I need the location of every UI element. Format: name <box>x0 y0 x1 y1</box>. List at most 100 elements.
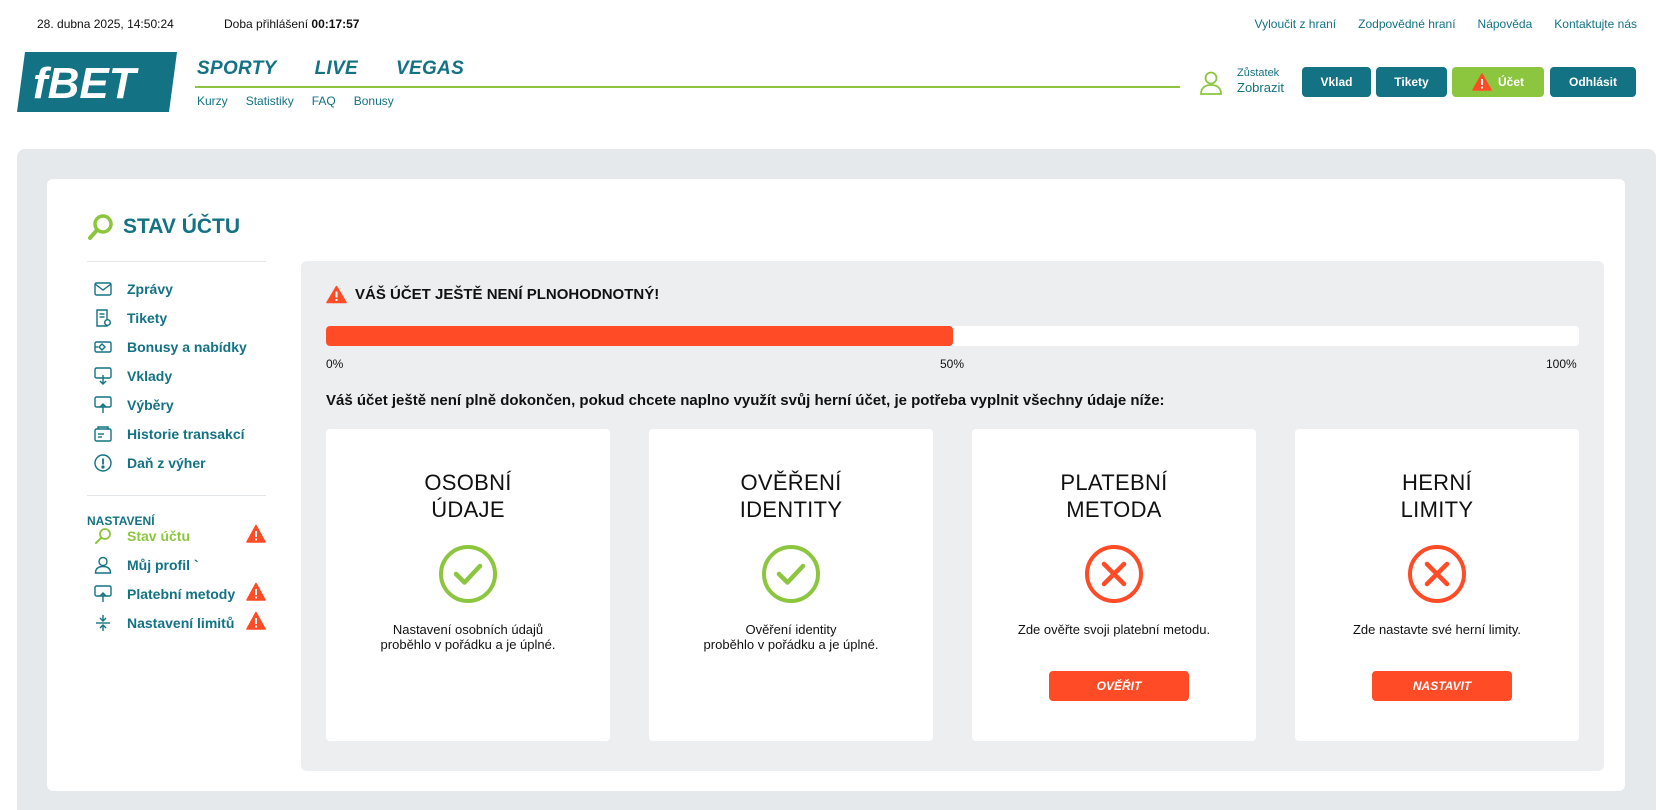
search-icon <box>88 214 113 240</box>
balance-label: Zůstatek <box>1237 67 1280 79</box>
sidebar-item-label: Historie transakcí <box>127 426 245 442</box>
user-icon <box>93 555 113 575</box>
session-label: Doba přihlášení <box>224 17 309 31</box>
account-button-label: Účet <box>1497 75 1524 89</box>
warning-icon <box>246 524 266 543</box>
check-circle-icon <box>762 545 820 603</box>
sidebar-item-label: Platební metody <box>127 586 236 602</box>
bonus-icon <box>93 337 113 357</box>
sidebar-item-nastaveni-limitu[interactable]: Nastavení limitů <box>93 612 234 634</box>
session-time: 00:17:57 <box>311 17 360 31</box>
step-description: Nastavení osobních údajů proběhlo v pořád… <box>380 622 556 652</box>
info-circle-icon <box>93 453 113 473</box>
mail-icon <box>93 279 113 299</box>
verify-payment-button[interactable]: OVĚŘIT <box>1049 671 1189 701</box>
tickets-button[interactable]: Tikety <box>1376 67 1447 97</box>
balance-show-link[interactable]: Zobrazit <box>1237 80 1284 95</box>
progress-bar <box>326 326 1579 346</box>
sidebar-item-label: Výběry <box>127 397 174 413</box>
step-title: OSOBNÍ ÚDAJE <box>424 470 512 522</box>
balance[interactable]: Zůstatek Zobrazit <box>1237 67 1284 95</box>
sidebar-item-label: Bonusy a nabídky <box>127 339 247 355</box>
sidebar-item-zpravy[interactable]: Zprávy <box>93 278 173 300</box>
sidebar-item-label: Daň z výher <box>127 455 206 471</box>
current-datetime: 28. dubna 2025, 14:50:24 <box>37 17 174 31</box>
withdraw-icon <box>93 395 113 415</box>
sidebar-item-bonusy[interactable]: Bonusy a nabídky <box>93 336 247 358</box>
progress-label-0: 0% <box>326 357 344 371</box>
step-title: PLATEBNÍ METODA <box>1060 470 1168 522</box>
check-circle-icon <box>439 545 497 603</box>
step-description: Zde nastavte své herní limity. <box>1352 622 1522 637</box>
sidebar-item-vybery[interactable]: Výběry <box>93 394 174 416</box>
step-title: HERNÍ LIMITY <box>1400 470 1474 522</box>
account-button[interactable]: Účet <box>1452 67 1544 97</box>
nav-vegas[interactable]: VEGAS <box>396 58 464 80</box>
logout-button[interactable]: Odhlásit <box>1550 67 1636 97</box>
sidebar-item-label: Vklady <box>127 368 173 384</box>
sub-nav: Kurzy Statistiky FAQ Bonusy <box>197 94 394 108</box>
link-contact[interactable]: Kontaktujte nás <box>1554 17 1637 31</box>
logo-text: fBET <box>33 59 139 108</box>
sidebar-item-label: Tikety <box>127 310 168 326</box>
sidebar-item-platebni-metody[interactable]: Platební metody <box>93 583 235 605</box>
ticket-icon <box>93 308 113 328</box>
nav-statistiky[interactable]: Statistiky <box>246 94 294 108</box>
step-description: Ověření identity proběhlo v pořádku a je … <box>703 622 879 652</box>
sidebar-item-historie[interactable]: Historie transakcí <box>93 423 245 445</box>
page-title: STAV ÚČTU <box>123 215 241 238</box>
link-self-exclusion[interactable]: Vyloučit z hraní <box>1255 17 1337 31</box>
x-circle-icon <box>1408 545 1466 603</box>
progress-label-100: 100% <box>1546 357 1577 371</box>
nav-bonusy[interactable]: Bonusy <box>354 94 394 108</box>
logo[interactable]: fBET <box>17 52 177 112</box>
sidebar-item-label: Zprávy <box>127 281 173 297</box>
link-help[interactable]: Nápověda <box>1478 17 1533 31</box>
search-icon <box>93 526 113 546</box>
alert-text: VÁŠ ÚČET JEŠTĚ NENÍ PLNOHODNOTNÝ! <box>355 286 660 303</box>
step-description: Zde ověřte svoji platební metodu. <box>1017 622 1211 637</box>
sidebar-item-label: Nastavení limitů <box>127 615 235 631</box>
step-card-game-limits: HERNÍ LIMITY Zde nastavte své herní limit… <box>1295 429 1579 741</box>
warning-icon <box>1472 73 1492 91</box>
session-duration: Doba přihlášení 00:17:57 <box>224 17 359 31</box>
sidebar-item-label: Můj profil ` <box>127 557 199 573</box>
x-circle-icon <box>1085 545 1143 603</box>
progress-label-50: 50% <box>940 357 965 371</box>
nav-kurzy[interactable]: Kurzy <box>197 94 228 108</box>
sidebar-divider <box>87 495 266 496</box>
account-alert: VÁŠ ÚČET JEŠTĚ NENÍ PLNOHODNOTNÝ! <box>326 285 659 304</box>
sidebar-item-label: Stav účtu <box>127 528 191 544</box>
sidebar-item-tikety[interactable]: Tikety <box>93 307 167 329</box>
main-nav: SPORTY LIVE VEGAS <box>197 58 464 80</box>
sidebar-item-stav-uctu[interactable]: Stav účtu <box>93 525 190 547</box>
payment-icon <box>93 584 113 604</box>
step-card-payment-method: PLATEBNÍ METODA Zde ověřte svoji platební… <box>972 429 1256 741</box>
sidebar-item-dan[interactable]: Daň z výher <box>93 452 206 474</box>
instruction-text: Váš účet ještě není plně dokončen, pokud… <box>326 392 1165 409</box>
deposit-icon <box>93 366 113 386</box>
warning-icon <box>246 582 266 601</box>
step-card-personal-data: OSOBNÍ ÚDAJE Nastavení osobních údajů prob… <box>326 429 610 741</box>
top-links: Vyloučit z hraní Zodpovědné hraní Nápově… <box>1255 17 1637 31</box>
nav-sporty[interactable]: SPORTY <box>197 58 277 80</box>
nav-live[interactable]: LIVE <box>315 58 358 80</box>
page-heading: STAV ÚČTU <box>87 213 240 241</box>
step-card-identity: OVĚŘENÍ IDENTITY Ověření identity proběhlo… <box>649 429 933 741</box>
sidebar-item-muj-profil[interactable]: Můj profil ` <box>93 554 199 576</box>
top-bar: 28. dubna 2025, 14:50:24 Doba přihlášení… <box>0 0 1664 46</box>
set-limits-button[interactable]: NASTAVIT <box>1372 671 1512 701</box>
deposit-button[interactable]: Vklad <box>1302 67 1371 97</box>
user-icon <box>1198 70 1224 96</box>
link-responsible-gaming[interactable]: Zodpovědné hraní <box>1358 17 1455 31</box>
history-icon <box>93 424 113 444</box>
warning-icon <box>246 611 266 630</box>
limits-icon <box>93 613 113 633</box>
nav-faq[interactable]: FAQ <box>312 94 336 108</box>
sidebar-item-vklady[interactable]: Vklady <box>93 365 172 387</box>
nav-divider <box>195 86 1180 88</box>
progress-fill <box>326 326 953 346</box>
step-title: OVĚŘENÍ IDENTITY <box>739 470 843 522</box>
warning-icon <box>326 285 347 304</box>
sidebar-divider <box>87 261 266 262</box>
